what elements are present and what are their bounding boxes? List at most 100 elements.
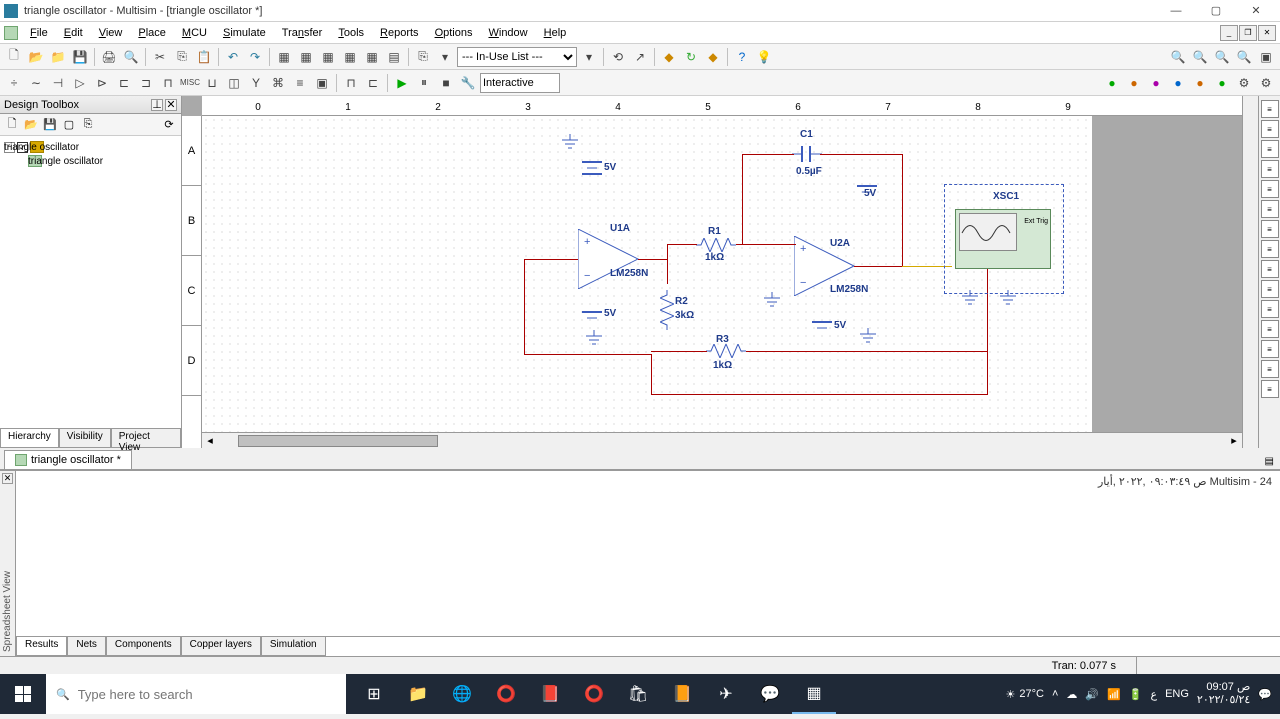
inst-13[interactable]: ≡ <box>1261 340 1279 358</box>
tab-copper[interactable]: Copper layers <box>181 637 261 656</box>
inst-9[interactable]: ≡ <box>1261 260 1279 278</box>
pr-7[interactable]: ⚙ <box>1234 73 1254 93</box>
tab-nets[interactable]: Nets <box>67 637 106 656</box>
help2-button[interactable]: 💡 <box>754 47 774 67</box>
search-input[interactable] <box>78 687 336 702</box>
tb-a[interactable]: ▦ <box>274 47 294 67</box>
comp-10[interactable]: ⊔ <box>202 73 222 93</box>
menu-tools[interactable]: Tools <box>330 25 372 41</box>
schematic-canvas[interactable]: + − U1A LM258N + − U2A LM258N <box>202 116 1242 432</box>
multisim-taskbar-icon[interactable]: ▦ <box>792 674 836 714</box>
tray-onedrive[interactable]: ☁ <box>1066 688 1077 701</box>
scroll-v[interactable] <box>1242 96 1258 448</box>
tb-g[interactable]: ⎘ <box>413 47 433 67</box>
tray-notifications[interactable]: 💬 <box>1258 688 1272 701</box>
tree-child[interactable]: triangle oscillator <box>4 154 177 168</box>
preview-button[interactable]: 🔍 <box>121 47 141 67</box>
tb-m[interactable]: ↻ <box>681 47 701 67</box>
pr-4[interactable]: ● <box>1168 73 1188 93</box>
ptb-6[interactable]: ⟳ <box>161 117 177 133</box>
minimize-button[interactable]: — <box>1156 0 1196 22</box>
weather-widget[interactable]: ☀ 27°C <box>1005 688 1043 701</box>
inst-3[interactable]: ≡ <box>1261 140 1279 158</box>
scroll-h[interactable]: ◂▸ <box>202 432 1242 448</box>
doc-tab-triangle[interactable]: triangle oscillator * <box>4 450 132 469</box>
open-button[interactable]: 📂 <box>26 47 46 67</box>
comp-13[interactable]: ⌘ <box>268 73 288 93</box>
ptb-5[interactable]: ⎘ <box>80 117 96 133</box>
comp-2[interactable]: ∼ <box>26 73 46 93</box>
menu-reports[interactable]: Reports <box>372 25 427 41</box>
menu-transfer[interactable]: Transfer <box>274 25 331 41</box>
start-button[interactable] <box>0 674 46 714</box>
tray-chevron[interactable]: ˄ <box>1052 688 1058 700</box>
inst-8[interactable]: ≡ <box>1261 240 1279 258</box>
zoomfit-button[interactable]: 🔍 <box>1212 47 1232 67</box>
battery-4[interactable] <box>812 312 832 342</box>
ptb-2[interactable]: 📂 <box>23 117 39 133</box>
res-r3[interactable] <box>706 344 746 358</box>
inst-6[interactable]: ≡ <box>1261 200 1279 218</box>
menu-window[interactable]: Window <box>480 25 535 41</box>
inst-7[interactable]: ≡ <box>1261 220 1279 238</box>
menu-help[interactable]: Help <box>536 25 575 41</box>
doc-tab-switch[interactable]: ▤ <box>1259 454 1280 469</box>
comp-15[interactable]: ▣ <box>312 73 332 93</box>
edge-icon[interactable]: 🌐 <box>440 674 484 714</box>
comp-6[interactable]: ⊏ <box>114 73 134 93</box>
run-button[interactable]: ▶ <box>392 73 412 93</box>
scope-xsc1[interactable]: XSC1 Ext Trig <box>944 184 1064 294</box>
gnd-2[interactable] <box>584 330 604 348</box>
tab-visibility[interactable]: Visibility <box>59 429 111 448</box>
tb-j[interactable]: ⟲ <box>608 47 628 67</box>
save-button[interactable]: 💾 <box>70 47 90 67</box>
inst-11[interactable]: ≡ <box>1261 300 1279 318</box>
fullscreen-button[interactable]: ▣ <box>1256 47 1276 67</box>
menu-edit[interactable]: Edit <box>56 25 91 41</box>
paste-button[interactable]: 📋 <box>194 47 214 67</box>
inst-4[interactable]: ≡ <box>1261 160 1279 178</box>
close-button[interactable]: ✕ <box>1236 0 1276 22</box>
inst-1[interactable]: ≡ <box>1261 100 1279 118</box>
pr-5[interactable]: ● <box>1190 73 1210 93</box>
gnd-1[interactable] <box>560 134 580 152</box>
tab-components[interactable]: Components <box>106 637 181 656</box>
cap-c1[interactable] <box>792 144 822 164</box>
interactive-field[interactable] <box>480 73 560 93</box>
pr-1[interactable]: ● <box>1102 73 1122 93</box>
opera-icon[interactable]: ⭕ <box>572 674 616 714</box>
tb-d[interactable]: ▦ <box>340 47 360 67</box>
tray-wifi[interactable]: 📶 <box>1107 688 1121 701</box>
taskbar-search[interactable]: 🔍 <box>46 674 346 714</box>
zoomin-button[interactable]: 🔍 <box>1168 47 1188 67</box>
panel-close[interactable]: ✕ <box>165 99 177 111</box>
tray-speaker[interactable]: 🔊 <box>1085 688 1099 701</box>
tb-k[interactable]: ↗ <box>630 47 650 67</box>
ptb-3[interactable]: 💾 <box>42 117 58 133</box>
comp-7[interactable]: ⊐ <box>136 73 156 93</box>
comp-9[interactable]: MISC <box>180 73 200 93</box>
zoomout-button[interactable]: 🔍 <box>1190 47 1210 67</box>
scroll-thumb-h[interactable] <box>238 435 438 447</box>
pause-button[interactable]: ⏸ <box>414 73 434 93</box>
inst-15[interactable]: ≡ <box>1261 380 1279 398</box>
stop-button[interactable]: ■ <box>436 73 456 93</box>
battery-2[interactable] <box>582 302 602 332</box>
comp-11[interactable]: ◫ <box>224 73 244 93</box>
comp-17[interactable]: ⊏ <box>363 73 383 93</box>
explorer-icon[interactable]: 📁 <box>396 674 440 714</box>
tb-f[interactable]: ▤ <box>384 47 404 67</box>
ppt-icon[interactable]: 📙 <box>660 674 704 714</box>
inst-2[interactable]: ≡ <box>1261 120 1279 138</box>
inst-12[interactable]: ≡ <box>1261 320 1279 338</box>
tb-h[interactable]: ▾ <box>435 47 455 67</box>
menu-mcu[interactable]: MCU <box>174 25 215 41</box>
battery-1[interactable] <box>582 152 602 182</box>
ptb-1[interactable]: 🗋 <box>4 117 20 133</box>
comp-16[interactable]: ⊓ <box>341 73 361 93</box>
res-r2[interactable] <box>660 290 674 330</box>
inst-5[interactable]: ≡ <box>1261 180 1279 198</box>
tb-e[interactable]: ▦ <box>362 47 382 67</box>
mdi-minimize[interactable]: _ <box>1220 25 1238 41</box>
tab-hierarchy[interactable]: Hierarchy <box>0 429 59 448</box>
